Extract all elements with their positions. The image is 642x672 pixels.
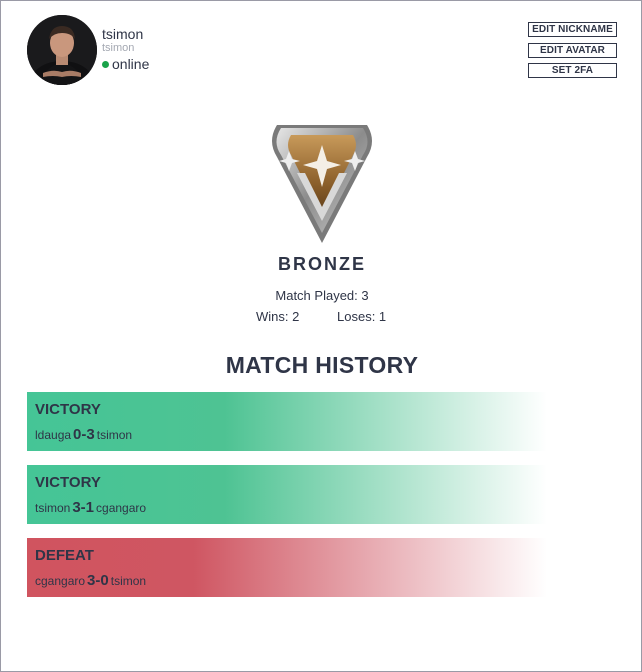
match-score: 3-1 bbox=[72, 499, 95, 516]
status-online-icon bbox=[102, 61, 109, 68]
match-history-item: VICTORY tsimon 3-1 cgangaro bbox=[27, 465, 547, 524]
rank-name: BRONZE bbox=[278, 254, 366, 274]
avatar-image bbox=[27, 15, 97, 85]
match-history-item: DEFEAT cgangaro 3-0 tsimon bbox=[27, 538, 547, 597]
match-score-line: ldauga 0-3 tsimon bbox=[35, 426, 132, 443]
set-2fa-button[interactable]: SET 2FA bbox=[528, 63, 617, 78]
player-right: tsimon bbox=[96, 428, 133, 442]
player-left: ldauga bbox=[35, 428, 72, 442]
edit-avatar-button[interactable]: EDIT AVATAR bbox=[528, 42, 617, 58]
user-status: online bbox=[102, 56, 149, 72]
match-result: VICTORY bbox=[35, 401, 101, 418]
match-score-line: cgangaro 3-0 tsimon bbox=[35, 572, 146, 589]
user-display-name: tsimon bbox=[102, 26, 144, 42]
player-left: cgangaro bbox=[35, 574, 86, 588]
bronze-rank-icon bbox=[267, 121, 377, 245]
player-left: tsimon bbox=[35, 501, 71, 515]
profile-actions: EDIT NICKNAME EDIT AVATAR SET 2FA bbox=[528, 22, 617, 84]
match-score-line: tsimon 3-1 cgangaro bbox=[35, 499, 146, 516]
match-result: DEFEAT bbox=[35, 547, 94, 564]
matches-played: Match Played: 3 bbox=[275, 288, 369, 303]
status-label: online bbox=[112, 56, 150, 72]
match-score: 3-0 bbox=[87, 572, 109, 589]
avatar[interactable] bbox=[27, 15, 97, 85]
loses-count: Loses: 1 bbox=[337, 309, 387, 324]
match-history-item: VICTORY ldauga 0-3 tsimon bbox=[27, 392, 547, 451]
match-history-title: MATCH HISTORY bbox=[225, 352, 419, 378]
match-result: VICTORY bbox=[35, 474, 101, 491]
wins-count: Wins: 2 bbox=[256, 309, 300, 324]
player-right: tsimon bbox=[110, 574, 147, 588]
user-login: tsimon bbox=[102, 42, 135, 54]
match-score: 0-3 bbox=[73, 426, 95, 443]
profile-page: tsimon tsimon online EDIT NICKNAME EDIT … bbox=[0, 0, 642, 672]
player-right: cgangaro bbox=[96, 501, 147, 515]
edit-nickname-button[interactable]: EDIT NICKNAME bbox=[528, 22, 617, 37]
